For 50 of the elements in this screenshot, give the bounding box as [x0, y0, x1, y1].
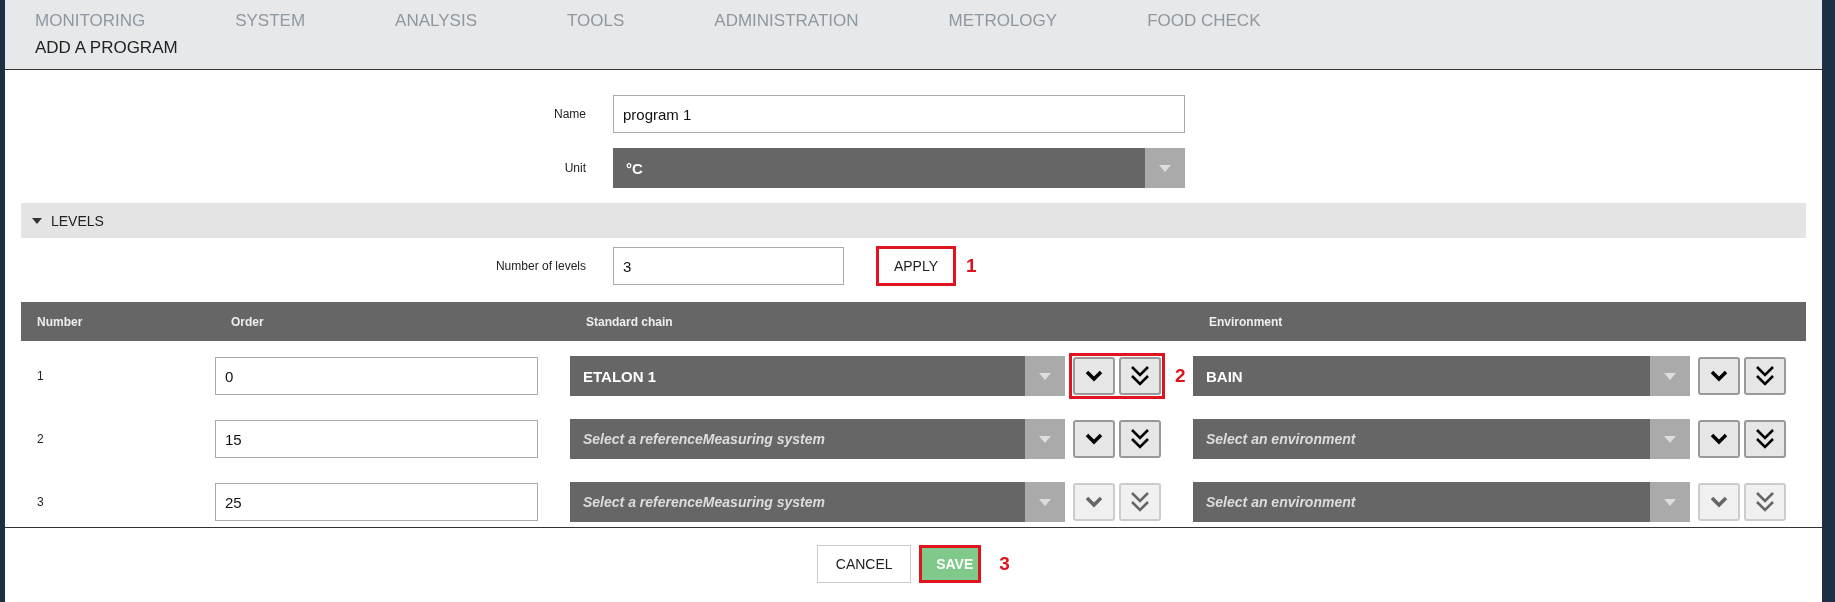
dialog-title: ADD A PROGRAM	[35, 38, 179, 58]
table-cell-text: 1	[37, 369, 45, 383]
section-title: LEVELS	[51, 212, 104, 229]
order-field[interactable]: 0	[215, 357, 538, 395]
chevron-down-icon	[1710, 496, 1728, 508]
double-chevron-down-button[interactable]	[1119, 420, 1161, 458]
callout-number: 3	[999, 553, 1010, 575]
chevron-down-icon	[1085, 496, 1103, 508]
column-header: Environment	[1209, 314, 1284, 329]
levels-count-field[interactable]: 3	[613, 247, 844, 285]
table-cell-text: 3	[37, 495, 45, 509]
chevron-down-icon	[1085, 370, 1103, 382]
double-chevron-down-button[interactable]	[1744, 420, 1786, 458]
standard-chain-select[interactable]: ETALON 1	[570, 356, 1065, 396]
environment-select[interactable]: Select an environment	[1193, 482, 1690, 522]
standard-chain-select[interactable]: Select a referenceMeasuring system	[570, 419, 1065, 459]
chevron-down-button[interactable]	[1698, 357, 1740, 395]
cancel-button[interactable]: CANCEL	[817, 545, 912, 583]
environment-select[interactable]: BAIN	[1193, 356, 1690, 396]
name-field[interactable]: program 1	[613, 95, 1185, 133]
callout-number: 2	[1175, 365, 1186, 387]
chevron-down-icon	[1710, 433, 1728, 445]
double-chevron-down-icon	[1130, 365, 1150, 387]
double-chevron-down-icon	[1755, 428, 1775, 450]
field-label: Name	[553, 107, 587, 121]
chevron-down-button[interactable]	[1073, 357, 1115, 395]
levels-section-header[interactable]: LEVELS	[21, 203, 1806, 238]
column-header: Standard chain	[586, 314, 674, 329]
double-chevron-down-icon	[1755, 365, 1775, 387]
environment-select[interactable]: Select an environment	[1193, 419, 1690, 459]
chevron-down-icon	[1710, 370, 1728, 382]
field-label: Number of levels	[494, 259, 587, 273]
field-label: Unit	[563, 161, 587, 175]
double-chevron-down-icon	[1130, 428, 1150, 450]
column-header: Number	[37, 314, 84, 329]
standard-chain-select[interactable]: Select a referenceMeasuring system	[570, 482, 1065, 522]
double-chevron-down-icon	[1130, 491, 1150, 513]
order-field[interactable]: 15	[215, 420, 538, 458]
order-field[interactable]: 25	[215, 483, 538, 521]
double-chevron-down-button[interactable]	[1119, 357, 1161, 395]
unit-select[interactable]: °C	[613, 148, 1185, 188]
chevron-down-button[interactable]	[1073, 420, 1115, 458]
column-header: Order	[231, 314, 265, 329]
chevron-down-icon	[1085, 433, 1103, 445]
table-cell-text: 2	[37, 432, 45, 446]
apply-button[interactable]: APPLY	[876, 246, 956, 286]
callout-number: 1	[966, 255, 977, 277]
double-chevron-down-icon	[1755, 491, 1775, 513]
double-chevron-down-button[interactable]	[1744, 357, 1786, 395]
chevron-down-button[interactable]	[1698, 420, 1740, 458]
